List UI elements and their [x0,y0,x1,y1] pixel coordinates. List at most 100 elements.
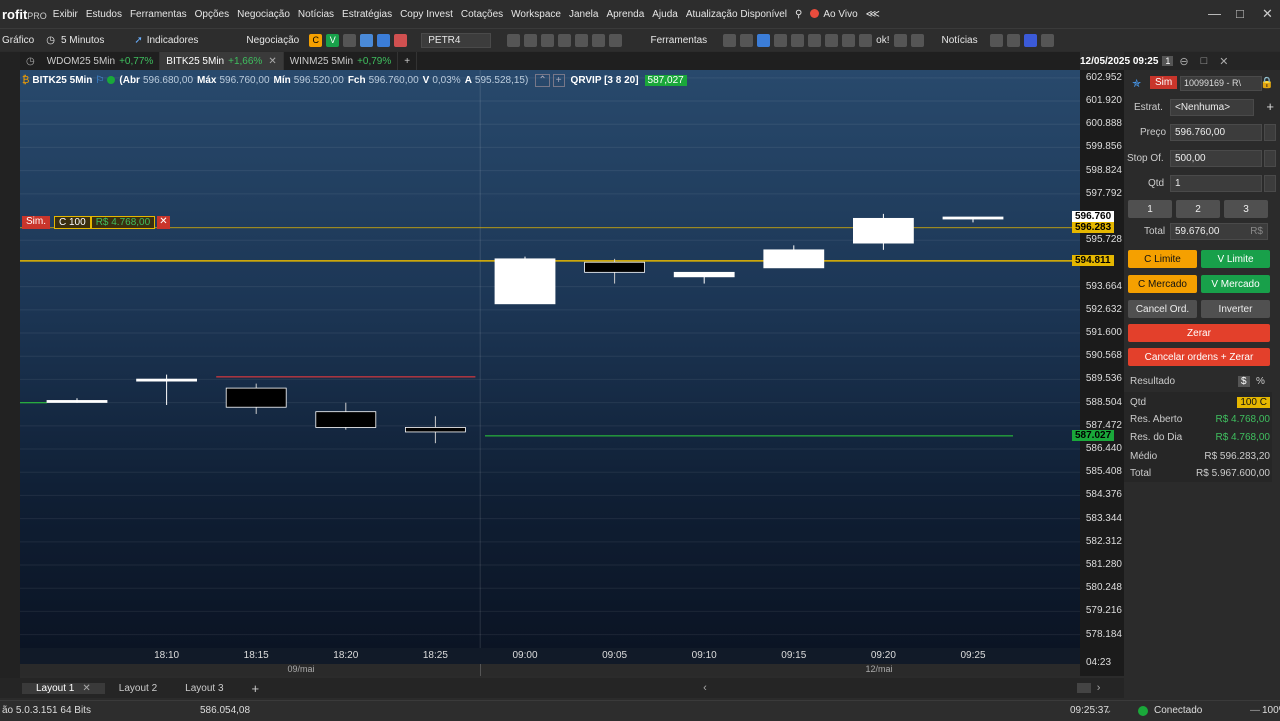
ticker-select[interactable]: PETR4 [421,32,492,48]
price-chart[interactable] [20,70,1080,650]
study-label[interactable]: QRVIP [3 8 20] [571,75,639,86]
share-icon[interactable]: ⋘ [866,9,880,20]
quick-qty-3-button[interactable]: 3 [1224,200,1268,218]
tv-icon[interactable] [1023,33,1037,47]
cancel-orders-button[interactable]: Cancel Ord. [1128,300,1197,318]
menu-item-opcoes[interactable]: Opções [195,9,229,20]
stop-offset-input[interactable] [1170,150,1262,167]
tool-3-icon[interactable] [757,33,771,47]
maximize-icon[interactable]: □ [1236,6,1244,21]
zoom-reset-icon[interactable] [575,33,589,47]
tab-wdom25[interactable]: WDOM25 5Min +0,77% [41,52,161,70]
scroll-right-icon[interactable]: › [1097,682,1101,694]
layout-tab-2[interactable]: Layout 2 [105,683,171,694]
strategy-select[interactable]: <Nenhuma> [1170,99,1254,116]
collapse-icon[interactable]: ⌃ [535,73,550,87]
cursor-icon[interactable] [592,33,606,47]
quick-buy-button[interactable]: C [309,33,323,47]
menu-icon[interactable] [507,33,521,47]
menu-item-aprenda[interactable]: Aprenda [606,9,644,20]
chevron-down-icon[interactable]: ⌄ [1104,705,1112,716]
tool-9-icon[interactable] [859,33,873,47]
grid-icon[interactable] [1006,33,1020,47]
book-icon[interactable] [394,33,408,47]
page-badge[interactable]: 1 [1162,56,1174,66]
tab-close-icon[interactable]: ✕ [268,56,276,67]
scroll-left-icon[interactable]: ‹ [703,682,707,694]
menu-item-noticias[interactable]: Notícias [298,9,334,20]
tool-11-icon[interactable] [910,33,924,47]
menu-item-workspace[interactable]: Workspace [511,9,561,20]
bar-chart-icon[interactable] [377,33,391,47]
indicators-button[interactable]: Indicadores [147,35,199,46]
quick-sell-button[interactable]: V [326,33,340,47]
window-icon[interactable] [1040,33,1054,47]
panel-restore-icon[interactable]: □ [1201,55,1208,67]
qty-spinner[interactable] [1264,175,1276,192]
result-currency-toggle[interactable]: $ [1238,376,1250,387]
zoom-out-icon[interactable] [541,33,555,47]
zero-position-button[interactable]: Zerar [1128,324,1270,342]
calendar-icon[interactable] [989,33,1003,47]
tools-button[interactable]: Ferramentas [650,35,707,46]
panel-minimize-icon[interactable]: ⊖ [1179,55,1188,68]
menu-item-ferramentas[interactable]: Ferramentas [130,9,187,20]
sell-limit-button[interactable]: V Limite [1201,250,1270,268]
layout-tab-1[interactable]: Layout 1 ✕ [22,682,105,694]
price-axis[interactable]: 602.952 601.920 600.888 599.856 598.824 597.7… [1072,70,1124,650]
interval-selector[interactable]: 5 Minutos [61,35,104,46]
sim-mode-badge[interactable]: Sim [1150,76,1178,89]
close-icon[interactable]: ✕ [1262,6,1273,22]
tool-1-icon[interactable] [723,33,737,47]
menu-item-update[interactable]: Atualização Disponível [686,9,787,20]
menu-item-ajuda[interactable]: Ajuda [652,9,678,20]
zoom-in-icon[interactable] [524,33,538,47]
add-layout-icon[interactable]: + [238,681,274,696]
menu-item-cotacoes[interactable]: Cotações [461,9,503,20]
chart-label[interactable]: Gráfico [2,35,34,46]
tool-7-icon[interactable] [825,33,839,47]
layout-tab-3[interactable]: Layout 3 [171,683,237,694]
zoom-minus-icon[interactable]: — [1250,705,1260,716]
stop-spinner[interactable] [1264,150,1276,167]
time-axis[interactable]: 18:10 18:15 18:20 18:25 09:00 09:05 09:10 09:15… [20,648,1080,664]
qty-input[interactable] [1170,175,1262,192]
trading-button[interactable]: Negociação [246,35,299,46]
add-tab-icon[interactable]: + [398,52,418,70]
zoom-fit-icon[interactable] [558,33,572,47]
tab-winm25[interactable]: WINM25 5Min +0,79% [284,52,399,70]
layout-grid-icon[interactable] [609,33,623,47]
result-percent-toggle[interactable]: % [1256,376,1265,387]
layout-close-icon[interactable]: ✕ [82,683,90,694]
lock-icon[interactable]: 🔒 [1260,76,1274,89]
menu-item-estudos[interactable]: Estudos [86,9,122,20]
cancel-and-zero-button[interactable]: Cancelar ordens + Zerar [1128,348,1270,366]
close-position-icon[interactable]: ✕ [157,216,170,229]
live-indicator[interactable]: Ao Vivo [810,9,858,20]
menu-item-exibir[interactable]: Exibir [53,9,78,20]
add-strategy-icon[interactable]: + [1266,99,1274,114]
buy-market-button[interactable]: C Mercado [1128,275,1197,293]
tool-4-icon[interactable] [774,33,788,47]
news-button[interactable]: Notícias [942,35,978,46]
tool-5-icon[interactable] [791,33,805,47]
price-spinner[interactable] [1264,124,1276,141]
tool-6-icon[interactable] [808,33,822,47]
menu-item-negociacao[interactable]: Negociação [237,9,290,20]
search-icon[interactable]: ⚲ [795,9,802,20]
tab-bitk25[interactable]: BITK25 5Min +1,66% ✕ [160,52,284,70]
ok-button[interactable]: ok! [876,35,889,46]
panel-close-icon[interactable]: ✕ [1219,55,1228,68]
price-input[interactable] [1170,124,1262,141]
tool-10-icon[interactable] [893,33,907,47]
menu-item-janela[interactable]: Janela [569,9,598,20]
minimize-icon[interactable]: — [1208,6,1221,21]
menu-item-estrategias[interactable]: Estratégias [342,9,392,20]
menu-item-copy-invest[interactable]: Copy Invest [400,9,453,20]
candlestick-chart[interactable] [20,70,1080,650]
account-select[interactable]: 10099169 - R\ [1180,76,1262,91]
add-study-icon[interactable]: + [552,73,565,87]
position-tag[interactable]: Sim. C 100 R$ 4.768,00 ✕ [22,216,170,229]
invert-button[interactable]: Inverter [1201,300,1270,318]
scroll-thumb[interactable] [1076,683,1091,693]
